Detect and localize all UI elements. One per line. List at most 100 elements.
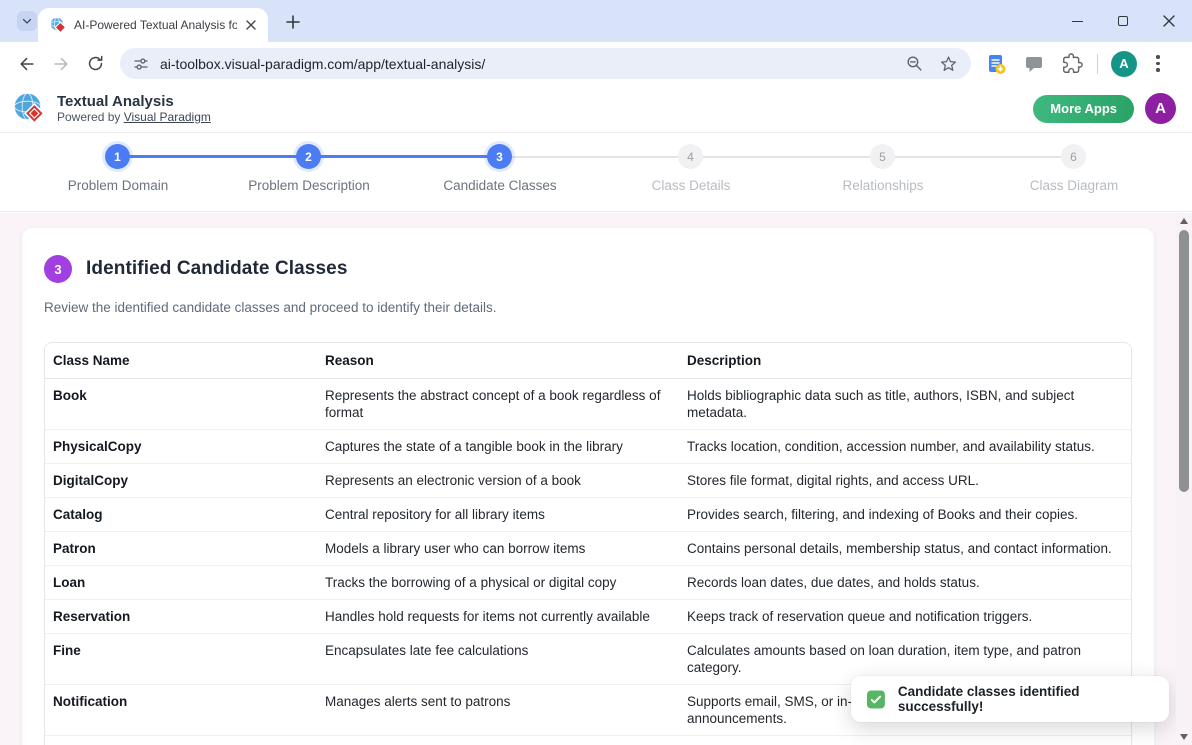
page-scrollbar[interactable] [1176, 213, 1192, 745]
description-cell: Stores file format, digital rights, and … [679, 464, 1131, 498]
close-window-button[interactable] [1146, 0, 1192, 42]
step-3-label[interactable]: Candidate Classes [443, 178, 556, 193]
maximize-icon [1118, 16, 1128, 26]
forward-button[interactable] [46, 49, 76, 79]
minimize-button[interactable] [1054, 0, 1100, 42]
reason-cell: Represents an electronic version of a bo… [317, 464, 679, 498]
reason-cell: Tracks the borrowing of a physical or di… [317, 566, 679, 600]
scroll-down-arrow-icon[interactable] [1180, 734, 1188, 740]
reason-cell: Handles hold requests for items not curr… [317, 600, 679, 634]
reload-button[interactable] [80, 49, 110, 79]
browser-tab[interactable]: AI-Powered Textual Analysis for [38, 8, 268, 42]
reason-cell: Models a library user who can borrow ite… [317, 532, 679, 566]
table-row: Reservation Handles hold requests for it… [45, 600, 1131, 634]
scroll-up-arrow-icon[interactable] [1180, 218, 1188, 224]
app-title: Textual Analysis [57, 93, 211, 110]
step-4-circle[interactable]: 4 [678, 144, 703, 169]
step-5-label[interactable]: Relationships [842, 178, 923, 193]
site-settings-icon[interactable] [132, 55, 150, 73]
user-avatar[interactable]: A [1145, 93, 1176, 124]
back-button[interactable] [12, 49, 42, 79]
description-cell: Stores credentials, password hash, and s… [679, 736, 1131, 745]
step-6-circle[interactable]: 6 [1061, 144, 1086, 169]
step-number-badge: 3 [44, 255, 72, 283]
zoom-out-button[interactable] [903, 53, 925, 75]
step-5-circle[interactable]: 5 [870, 144, 895, 169]
docs-offline-extension-icon[interactable] [983, 51, 1009, 77]
success-check-icon [867, 690, 885, 709]
visual-paradigm-logo [12, 91, 47, 126]
success-toast: Candidate classes identified successfull… [851, 676, 1169, 722]
reason-cell: Manages alerts sent to patrons [317, 685, 679, 736]
reason-cell: Represents the abstract concept of a boo… [317, 379, 679, 430]
more-apps-button[interactable]: More Apps [1033, 95, 1134, 123]
class-name-cell: Catalog [45, 498, 317, 532]
tab-strip: AI-Powered Textual Analysis for [0, 0, 1192, 42]
page-content: 3 Identified Candidate Classes Review th… [0, 213, 1192, 745]
class-name-cell: Book [45, 379, 317, 430]
document-download-icon [985, 53, 1007, 75]
app-header: Textual Analysis Powered by Visual Parad… [0, 85, 1192, 133]
class-name-cell: DigitalCopy [45, 464, 317, 498]
plus-icon [286, 15, 300, 29]
header-actions: More Apps A [1033, 93, 1180, 124]
table-row: UserAccount Handles authentication and a… [45, 736, 1131, 745]
class-name-cell: Notification [45, 685, 317, 736]
description-cell: Holds bibliographic data such as title, … [679, 379, 1131, 430]
tab-search-button[interactable] [17, 11, 37, 31]
star-icon [939, 54, 958, 73]
toast-message: Candidate classes identified successfull… [898, 684, 1153, 714]
tab-close-button[interactable] [243, 17, 259, 33]
step-2-label[interactable]: Problem Description [248, 178, 370, 193]
app-title-block: Textual Analysis Powered by Visual Parad… [57, 93, 211, 124]
step-1-circle[interactable]: 1 [105, 144, 130, 169]
reason-cell: Captures the state of a tangible book in… [317, 430, 679, 464]
maximize-button[interactable] [1100, 0, 1146, 42]
browser-profile-avatar[interactable]: A [1111, 51, 1137, 77]
powered-by-line: Powered by Visual Paradigm [57, 110, 211, 124]
forward-arrow-icon [51, 54, 71, 74]
chevron-down-icon [21, 15, 33, 27]
extensions-button[interactable] [1059, 51, 1085, 77]
step-2-circle[interactable]: 2 [296, 144, 321, 169]
column-header-description: Description [679, 343, 1131, 379]
class-name-cell: Loan [45, 566, 317, 600]
comment-extension-icon[interactable] [1021, 51, 1047, 77]
address-bar[interactable]: ai-toolbox.visual-paradigm.com/app/textu… [120, 48, 971, 79]
class-name-cell: Reservation [45, 600, 317, 634]
reason-cell: Encapsulates late fee calculations [317, 634, 679, 685]
description-cell: Tracks location, condition, accession nu… [679, 430, 1131, 464]
scrollbar-thumb[interactable] [1179, 230, 1189, 492]
url-text: ai-toolbox.visual-paradigm.com/app/textu… [160, 56, 891, 72]
visual-paradigm-link[interactable]: Visual Paradigm [124, 110, 211, 124]
description-cell: Provides search, filtering, and indexing… [679, 498, 1131, 532]
page-title: Identified Candidate Classes [86, 258, 347, 280]
page-subtitle: Review the identified candidate classes … [44, 300, 1132, 315]
browser-menu-button[interactable] [1152, 51, 1164, 76]
step-6-label[interactable]: Class Diagram [1030, 178, 1119, 193]
bookmark-button[interactable] [937, 53, 959, 75]
table-row: PhysicalCopy Captures the state of a tan… [45, 430, 1131, 464]
column-header-class-name: Class Name [45, 343, 317, 379]
close-icon [1163, 15, 1175, 27]
table-row: Catalog Central repository for all libra… [45, 498, 1131, 532]
browser-window: AI-Powered Textual Analysis for [0, 0, 1192, 745]
column-header-reason: Reason [317, 343, 679, 379]
class-name-cell: Fine [45, 634, 317, 685]
step-1-label[interactable]: Problem Domain [68, 178, 169, 193]
new-tab-button[interactable] [283, 12, 302, 31]
tab-favicon-icon [50, 17, 66, 33]
reload-icon [86, 54, 105, 73]
class-name-cell: UserAccount [45, 736, 317, 745]
table-row: Book Represents the abstract concept of … [45, 379, 1131, 430]
step-3-circle[interactable]: 3 [487, 144, 512, 169]
table-row: DigitalCopy Represents an electronic ver… [45, 464, 1131, 498]
class-name-cell: PhysicalCopy [45, 430, 317, 464]
back-arrow-icon [17, 54, 37, 74]
toolbar-divider [1097, 54, 1098, 74]
close-icon [246, 20, 256, 30]
description-cell: Keeps track of reservation queue and not… [679, 600, 1131, 634]
step-4-label[interactable]: Class Details [652, 178, 731, 193]
table-header-row: Class Name Reason Description [45, 343, 1131, 379]
tab-title: AI-Powered Textual Analysis for [74, 18, 237, 32]
